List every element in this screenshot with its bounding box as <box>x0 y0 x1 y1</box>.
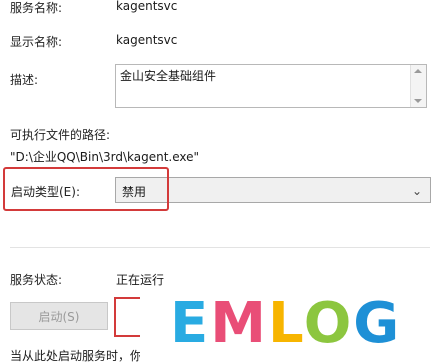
description-textbox[interactable]: 金山安全基础组件 <box>115 64 427 108</box>
display-name-label: 显示名称: <box>10 35 63 49</box>
emlog-watermark-logo: EMLOG <box>170 294 420 354</box>
scroll-up-icon[interactable] <box>414 69 422 73</box>
exe-path-label: 可执行文件的路径: <box>10 128 111 142</box>
logo-letter-o: O <box>303 291 354 356</box>
description-scrollbar[interactable] <box>410 65 426 107</box>
description-label: 描述: <box>10 73 39 87</box>
start-button[interactable]: 启动(S) <box>10 302 108 330</box>
logo-letter-e: E <box>170 291 211 356</box>
display-name-value: kagentsvc <box>116 33 178 47</box>
logo-letter-m: M <box>210 291 268 356</box>
scroll-down-icon[interactable] <box>414 99 422 103</box>
description-text: 金山安全基础组件 <box>120 69 217 83</box>
service-name-label: 服务名称: <box>10 1 63 15</box>
logo-letter-g: G <box>353 291 402 356</box>
exe-path-value: "D:\企业QQ\Bin\3rd\kagent.exe" <box>10 150 200 164</box>
highlight-startup-label <box>3 167 169 211</box>
footer-hint: 当从此处启动服务时，你 <box>10 349 143 363</box>
divider <box>10 247 430 248</box>
chevron-down-icon[interactable]: ⌄ <box>412 184 422 198</box>
service-status-label: 服务状态: <box>10 273 63 287</box>
service-name-value: kagentsvc <box>116 0 178 13</box>
logo-letter-l: L <box>268 291 304 356</box>
